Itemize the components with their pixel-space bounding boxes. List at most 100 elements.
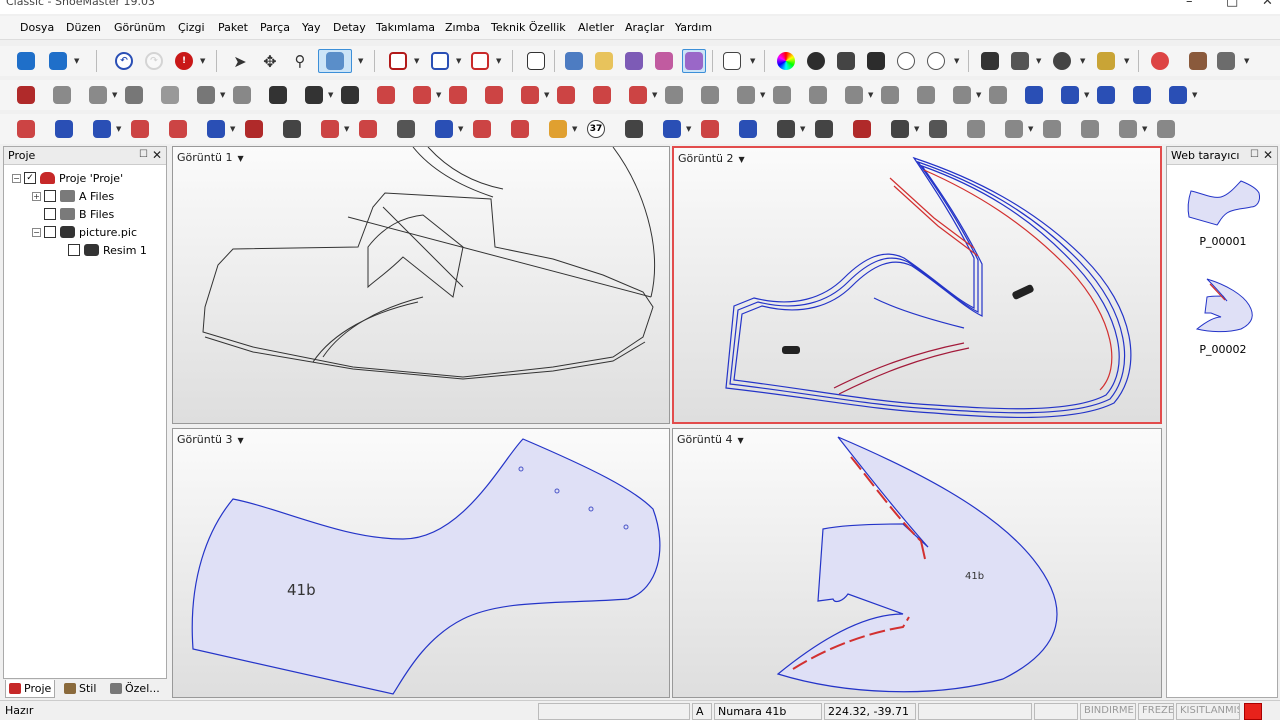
toolbar-pattern-tool-button[interactable] — [432, 117, 456, 141]
traffic-light-button[interactable] — [864, 49, 888, 73]
toolbar-pattern-tool-button[interactable] — [14, 117, 38, 141]
close-icon[interactable]: ✕ — [1263, 148, 1273, 162]
redo-button[interactable]: ↷ — [142, 49, 166, 73]
toolbar-pattern-tool-button[interactable] — [508, 117, 532, 141]
toolbar-drawing-tool-button[interactable] — [554, 83, 578, 107]
plugin-button[interactable] — [1148, 49, 1172, 73]
chevron-down-icon[interactable]: ▼ — [496, 57, 501, 65]
menu-item-aletler[interactable]: Aletler — [578, 21, 614, 34]
toolbar-drawing-tool-button[interactable] — [626, 83, 650, 107]
viewport-2[interactable]: Görüntü 2 ▼ — [672, 146, 1162, 424]
chevron-down-icon[interactable]: ▼ — [738, 436, 744, 445]
toolbar-drawing-tool-button[interactable] — [194, 83, 218, 107]
toolbar-drawing-tool-button[interactable] — [986, 83, 1010, 107]
toolbar-drawing-tool-button[interactable] — [374, 83, 398, 107]
toolbar-pattern-tool-button[interactable] — [926, 117, 950, 141]
menu-item-teknik-ozellik[interactable]: Teknik Özellik — [491, 21, 566, 34]
chevron-down-icon[interactable]: ▼ — [436, 91, 441, 99]
menu-item-zimba[interactable]: Zımba — [445, 21, 480, 34]
tool-extra-1-button[interactable] — [1186, 49, 1210, 73]
chevron-down-icon[interactable]: ▼ — [74, 57, 79, 65]
minimize-icon[interactable]: – — [1186, 0, 1193, 9]
toolbar-drawing-tool-button[interactable] — [230, 83, 254, 107]
pin-icon[interactable]: ☐ — [139, 149, 148, 160]
chevron-down-icon[interactable]: ▼ — [750, 57, 755, 65]
toolbar-pattern-tool-button[interactable] — [280, 117, 304, 141]
toolbar-drawing-tool-button[interactable] — [122, 83, 146, 107]
chevron-down-icon[interactable]: ▼ — [414, 57, 419, 65]
color-button[interactable] — [774, 49, 798, 73]
toolbar-drawing-tool-button[interactable] — [14, 83, 38, 107]
viewport-label[interactable]: Görüntü 1 ▼ — [177, 151, 244, 164]
toolbar-drawing-tool-button[interactable] — [806, 83, 830, 107]
chevron-down-icon[interactable]: ▼ — [800, 125, 805, 133]
chevron-down-icon[interactable]: ▼ — [954, 57, 959, 65]
toolbar-drawing-tool-button[interactable] — [518, 83, 542, 107]
text-tool-button[interactable] — [924, 49, 948, 73]
menu-item-duzen[interactable]: Düzen — [66, 21, 101, 34]
toolbar-drawing-tool-button[interactable] — [410, 83, 434, 107]
menu-item-takimlama[interactable]: Takımlama — [376, 21, 435, 34]
toolbar-pattern-tool-button[interactable] — [774, 117, 798, 141]
toolbar-pattern-tool-button[interactable] — [812, 117, 836, 141]
grid-view-button[interactable] — [386, 49, 410, 73]
thumbnail-item[interactable]: P_00002 — [1177, 277, 1269, 357]
viewport-label[interactable]: Görüntü 4 ▼ — [677, 433, 744, 446]
tree-node-picture[interactable]: − picture.pic — [32, 223, 137, 241]
toolbar-drawing-tool-button[interactable] — [698, 83, 722, 107]
undo-button[interactable]: ↶ — [112, 49, 136, 73]
checkbox[interactable] — [44, 190, 56, 202]
stop-button[interactable]: ! — [172, 49, 196, 73]
collapse-icon[interactable]: − — [12, 173, 21, 183]
menu-item-paket[interactable]: Paket — [218, 21, 248, 34]
chevron-down-icon[interactable]: ▼ — [1084, 91, 1089, 99]
tab-stil[interactable]: Stil — [61, 680, 99, 698]
toolbar-pattern-tool-button[interactable] — [1040, 117, 1064, 141]
visibility-button[interactable] — [804, 49, 828, 73]
checkbox[interactable] — [44, 208, 56, 220]
menu-item-yardim[interactable]: Yardım — [675, 21, 712, 34]
toolbar-drawing-tool-button[interactable] — [914, 83, 938, 107]
toolbar-drawing-tool-button[interactable] — [734, 83, 758, 107]
tree-node-resim[interactable]: Resim 1 — [68, 241, 147, 259]
chevron-down-icon[interactable]: ▼ — [868, 91, 873, 99]
viewport-4[interactable]: Görüntü 4 ▼ 41b — [672, 428, 1162, 698]
toolbar-pattern-tool-button[interactable] — [394, 117, 418, 141]
menu-item-yay[interactable]: Yay — [302, 21, 320, 34]
toolbar-pattern-tool-button[interactable] — [470, 117, 494, 141]
chevron-down-icon[interactable]: ▼ — [976, 91, 981, 99]
toolbar-drawing-tool-button[interactable] — [1022, 83, 1046, 107]
pan-tool-button[interactable]: ✥ — [258, 49, 282, 73]
chevron-down-icon[interactable]: ▼ — [220, 91, 225, 99]
toolbar-drawing-tool-button[interactable] — [50, 83, 74, 107]
collapse-icon[interactable]: − — [32, 227, 41, 237]
toolbar-pattern-tool-button[interactable] — [242, 117, 266, 141]
chevron-down-icon[interactable]: ▼ — [456, 57, 461, 65]
film-button[interactable] — [834, 49, 858, 73]
toolbar-pattern-tool-button[interactable] — [90, 117, 114, 141]
chevron-down-icon[interactable]: ▼ — [230, 125, 235, 133]
toolbar-pattern-tool-button[interactable] — [52, 117, 76, 141]
menu-item-parca[interactable]: Parça — [260, 21, 290, 34]
open-project-button[interactable] — [46, 49, 70, 73]
close-icon[interactable]: ✕ — [1262, 0, 1273, 9]
tree-node-a-files[interactable]: + A Files — [32, 187, 114, 205]
chevron-down-icon[interactable]: ▼ — [1124, 57, 1129, 65]
toolbar-drawing-tool-button[interactable] — [770, 83, 794, 107]
chevron-down-icon[interactable]: ▼ — [458, 125, 463, 133]
viewport-3[interactable]: Görüntü 3 ▼ 41b — [172, 428, 670, 698]
toolbar-drawing-tool-button[interactable] — [950, 83, 974, 107]
tree-node-b-files[interactable]: B Files — [44, 205, 114, 223]
toolbar-pattern-tool-button[interactable] — [1002, 117, 1026, 141]
tree-node-project[interactable]: − ✓ Proje 'Proje' — [12, 169, 123, 187]
save-button[interactable] — [978, 49, 1002, 73]
chevron-down-icon[interactable]: ▼ — [686, 125, 691, 133]
expand-icon[interactable]: + — [32, 191, 41, 201]
layer-tool-3-button[interactable] — [622, 49, 646, 73]
viewport-label[interactable]: Görüntü 3 ▼ — [177, 433, 244, 446]
menu-item-dosya[interactable]: Dosya — [20, 21, 54, 34]
toolbar-drawing-tool-button[interactable] — [266, 83, 290, 107]
chevron-down-icon[interactable]: ▼ — [1036, 57, 1041, 65]
toolbar-pattern-tool-button[interactable] — [204, 117, 228, 141]
checkbox[interactable]: ✓ — [24, 172, 36, 184]
